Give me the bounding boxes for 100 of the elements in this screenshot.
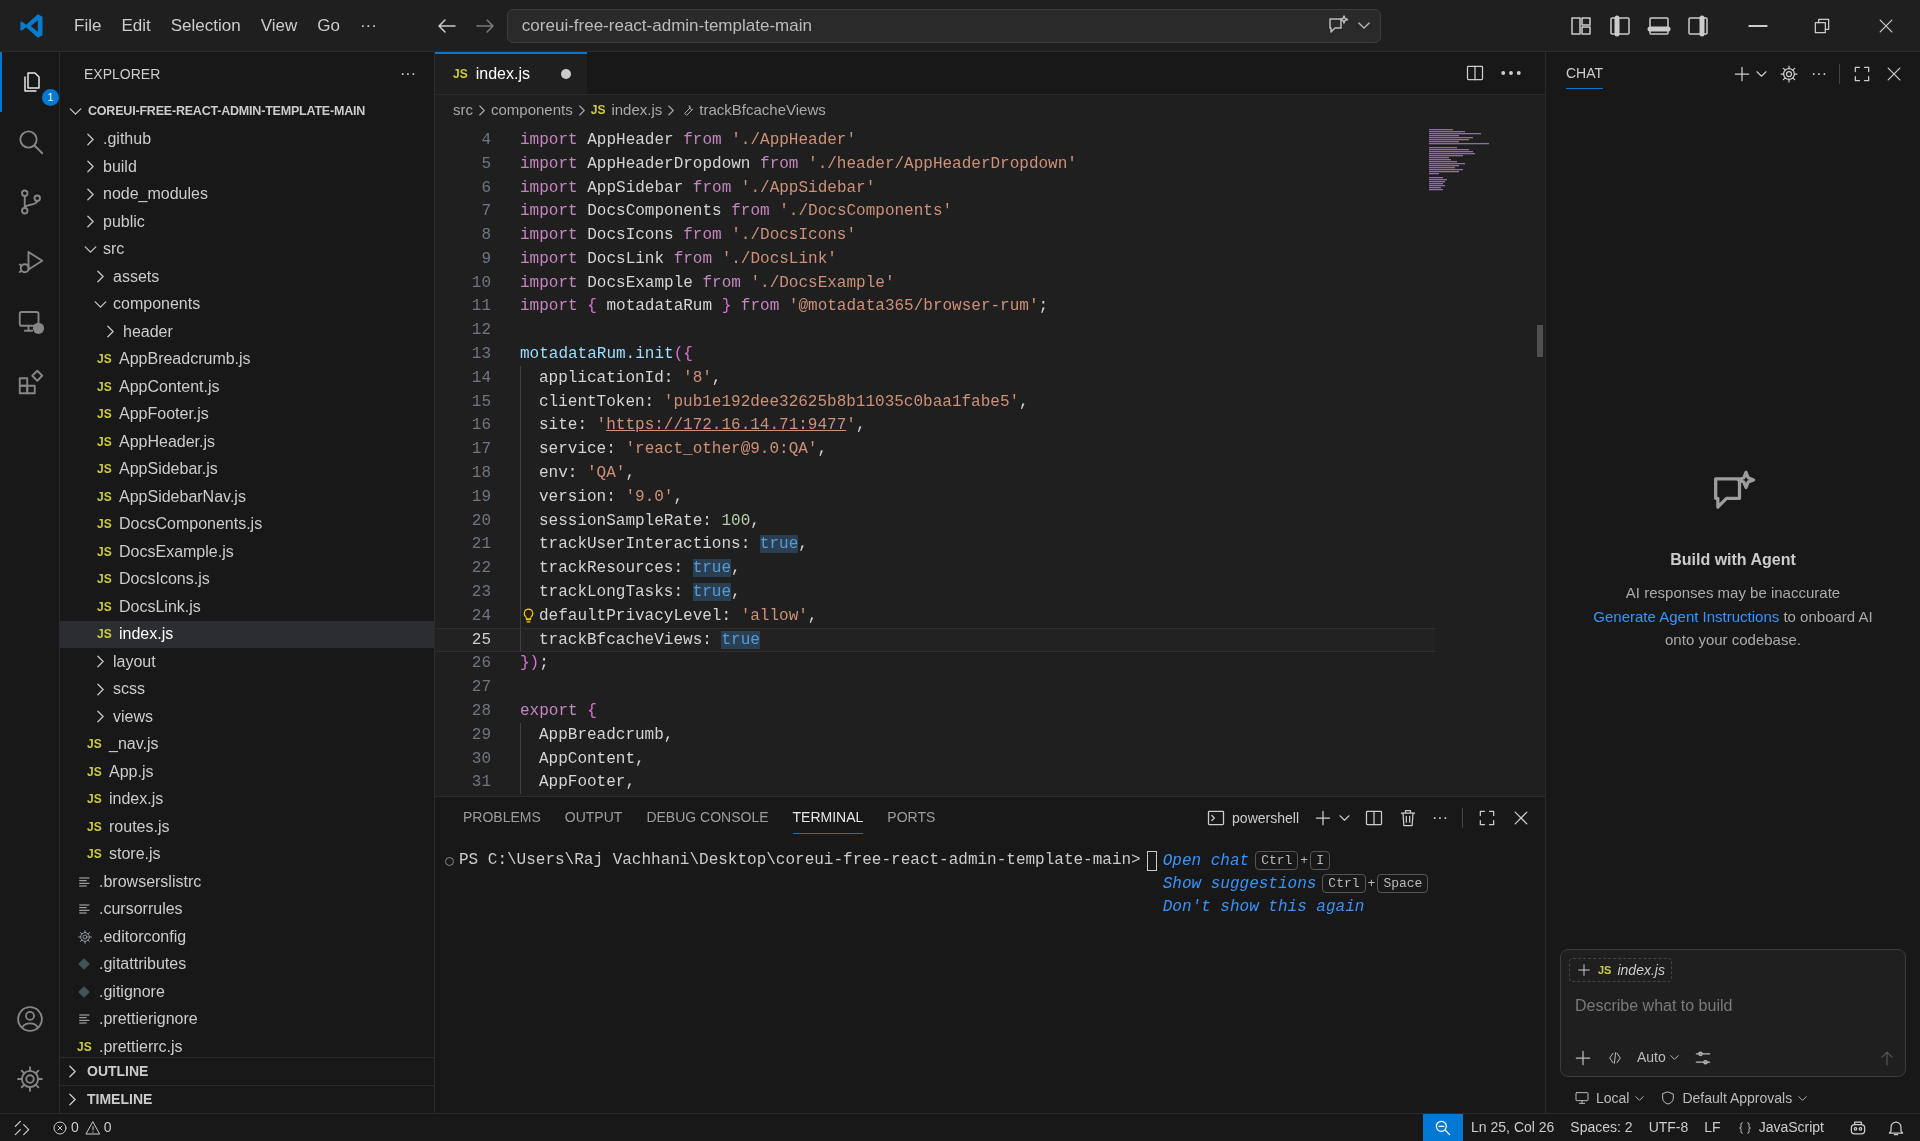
menu-item[interactable]: File: [64, 8, 112, 43]
panel-tab[interactable]: TERMINAL: [792, 802, 864, 834]
settings-icon[interactable]: [14, 1064, 45, 1094]
tree-item[interactable]: src: [60, 235, 434, 263]
tree-item[interactable]: .gitattributes: [60, 950, 434, 978]
tree-item[interactable]: JS index.js: [60, 785, 434, 813]
location-dropdown[interactable]: Local: [1574, 1087, 1645, 1109]
tree-item[interactable]: JS DocsLink.js: [60, 593, 434, 621]
secondary-sidebar-icon[interactable]: [1686, 13, 1710, 38]
command-center[interactable]: coreui-free-react-admin-template-main: [506, 8, 1381, 43]
breadcrumb-item[interactable]: src: [453, 98, 473, 122]
tree-item[interactable]: views: [60, 703, 434, 731]
chevron-icon[interactable]: [97, 655, 104, 669]
sidebar-toggle-icon[interactable]: [1608, 13, 1632, 38]
chevron-icon[interactable]: [69, 1065, 76, 1078]
terminal-hint-link[interactable]: Show suggestions: [1162, 871, 1317, 896]
chevron-icon[interactable]: [97, 270, 104, 284]
tree-item[interactable]: .prettierignore: [60, 1005, 434, 1033]
tree-item[interactable]: JS App.js: [60, 758, 434, 786]
panel-tab[interactable]: OUTPUT: [564, 802, 623, 834]
search-icon[interactable]: [16, 127, 46, 157]
chevron-icon[interactable]: [97, 710, 104, 724]
status-item[interactable]: LF: [1696, 1117, 1729, 1138]
tree-item[interactable]: JS AppBreadcrumb.js: [60, 345, 434, 373]
tree-item[interactable]: JS store.js: [60, 840, 434, 868]
status-item[interactable]: Spaces: 2: [1562, 1117, 1641, 1138]
tree-item[interactable]: scss: [60, 675, 434, 703]
terminal-hint-link[interactable]: Don't show this again: [1162, 894, 1365, 919]
problems-indicator[interactable]: 0 0: [52, 1117, 112, 1138]
panel-tab[interactable]: PROBLEMS: [463, 802, 541, 834]
menu-item[interactable]: Selection: [160, 8, 251, 43]
tree-item[interactable]: JS AppSidebarNav.js: [60, 483, 434, 511]
more-actions-button[interactable]: ···: [400, 62, 416, 86]
tree-item[interactable]: .gitignore: [60, 978, 434, 1006]
scrollbar-thumb[interactable]: [1537, 325, 1543, 357]
status-item[interactable]: UTF-8: [1640, 1117, 1697, 1138]
tree-item[interactable]: JS AppContent.js: [60, 373, 434, 401]
extensions-icon[interactable]: [16, 367, 46, 397]
breadcrumb-item[interactable]: JS index.js: [590, 98, 663, 122]
breadcrumb-item[interactable]: trackBfcacheViews: [680, 98, 826, 122]
tree-item[interactable]: JS routes.js: [60, 813, 434, 841]
more-actions-button[interactable]: ···: [1432, 806, 1448, 830]
chevron-icon[interactable]: [94, 300, 107, 308]
chevron-icon[interactable]: [107, 325, 114, 339]
chevron-icon[interactable]: [84, 245, 97, 253]
tree-item[interactable]: .cursorrules: [60, 895, 434, 923]
panel-tab[interactable]: PORTS: [887, 802, 936, 834]
chevron-icon[interactable]: [87, 160, 94, 174]
status-item[interactable]: Ln 25, Col 26: [1463, 1117, 1563, 1138]
caret-icon[interactable]: [1357, 22, 1370, 29]
chevron-icon[interactable]: [87, 215, 94, 229]
mode-dropdown[interactable]: Auto: [1637, 1047, 1679, 1068]
more-actions-button[interactable]: ···: [1811, 62, 1827, 86]
tree-item[interactable]: JS AppSidebar.js: [60, 455, 434, 483]
tree-item[interactable]: COREUI-FREE-REACT-ADMIN-TEMPLATE-MAIN: [60, 98, 434, 126]
tree-item[interactable]: JS DocsIcons.js: [60, 565, 434, 593]
terminal-hint-link[interactable]: Open chat: [1162, 848, 1250, 873]
trash-icon[interactable]: [1398, 808, 1418, 828]
tree-item[interactable]: header: [60, 318, 434, 346]
tree-item[interactable]: layout: [60, 648, 434, 676]
tree-item[interactable]: JS DocsExample.js: [60, 538, 434, 566]
generate-instructions-link[interactable]: Generate Agent Instructions: [1593, 607, 1780, 625]
tree-item[interactable]: build: [60, 153, 434, 181]
tree-item[interactable]: public: [60, 208, 434, 236]
chevron-icon[interactable]: [69, 1093, 76, 1106]
chevron-icon[interactable]: [97, 682, 104, 696]
plus-icon[interactable]: [1313, 808, 1333, 828]
caret-icon[interactable]: [1339, 815, 1350, 821]
tree-item[interactable]: JS .prettierrc.js: [60, 1033, 434, 1057]
chevron-icon[interactable]: [69, 108, 82, 116]
tree-item[interactable]: components: [60, 290, 434, 318]
tree-item[interactable]: JS _nav.js: [60, 730, 434, 758]
split-terminal-icon[interactable]: [1364, 808, 1384, 828]
chevron-icon[interactable]: [87, 132, 94, 146]
account-icon[interactable]: [14, 1004, 45, 1034]
breadcrumb-item[interactable]: components: [491, 98, 573, 122]
approvals-dropdown[interactable]: Default Approvals: [1660, 1087, 1808, 1109]
plus-icon[interactable]: [1732, 64, 1752, 84]
tree-item[interactable]: node_modules: [60, 180, 434, 208]
status-item[interactable]: JavaScript: [1728, 1117, 1832, 1138]
tree-item[interactable]: JS AppFooter.js: [60, 400, 434, 428]
panel-tab[interactable]: DEBUG CONSOLE: [646, 802, 769, 834]
caret-icon[interactable]: [1756, 71, 1767, 77]
section-header[interactable]: OUTLINE: [60, 1057, 434, 1085]
maximize-icon[interactable]: [1477, 808, 1497, 828]
terminal-selector[interactable]: powershell: [1206, 807, 1299, 829]
tree-item[interactable]: assets: [60, 263, 434, 291]
tree-item[interactable]: JS AppHeader.js: [60, 428, 434, 456]
menu-item[interactable]: View: [250, 8, 308, 43]
settings-icon[interactable]: [1779, 64, 1799, 84]
menu-item[interactable]: Edit: [111, 8, 161, 43]
chat-tab[interactable]: CHAT: [1566, 59, 1604, 89]
tree-item[interactable]: .github: [60, 125, 434, 153]
tree-item[interactable]: JS index.js: [60, 620, 434, 648]
menu-item[interactable]: ···: [349, 8, 387, 43]
menu-item[interactable]: Go: [307, 8, 350, 43]
split-editor-icon[interactable]: [1465, 63, 1485, 83]
context-file-chip[interactable]: JS index.js: [1569, 958, 1672, 982]
maximize-icon[interactable]: [1852, 64, 1872, 84]
tree-item[interactable]: .editorconfig: [60, 923, 434, 951]
